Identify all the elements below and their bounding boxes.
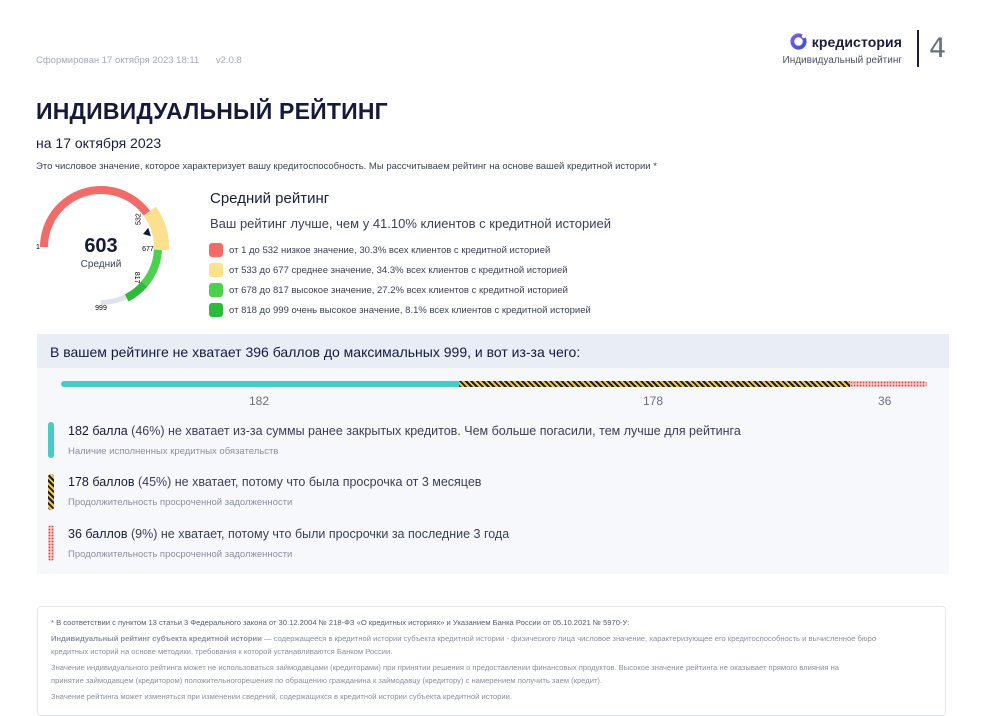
legend-text: от 678 до 817 высокое значение, 27.2% вс… bbox=[229, 284, 568, 296]
footnote-definition: Индивидуальный рейтинг субъекта кредитно… bbox=[51, 634, 876, 643]
gauge-score: 603 bbox=[84, 235, 118, 257]
bar-segment-overdue-3-years bbox=[850, 381, 927, 387]
rating-description: Это числовое значение, которое характери… bbox=[36, 161, 657, 172]
brand-subtitle: Индивидуальный рейтинг bbox=[782, 55, 902, 66]
gauge-tick-532: 532 bbox=[136, 213, 143, 225]
reason-explanation: (45%) не хватает, потому что была просро… bbox=[134, 475, 482, 489]
legend-swatch bbox=[209, 303, 223, 317]
page-number: 4 bbox=[929, 33, 947, 64]
legend-item-mid: от 533 до 677 среднее значение, 34.3% вс… bbox=[209, 260, 591, 280]
missing-points-bar bbox=[61, 381, 927, 387]
legend-item-very-high: от 818 до 999 очень высокое значение, 8.… bbox=[209, 300, 591, 320]
legend-item-low: от 1 до 532 низкое значение, 30.3% всех … bbox=[209, 240, 591, 260]
legend-text: от 818 до 999 очень высокое значение, 8.… bbox=[229, 304, 591, 316]
legend-swatch bbox=[209, 283, 223, 297]
gauge-tick-999: 999 bbox=[95, 305, 107, 312]
bar-label-178: 178 bbox=[643, 394, 664, 408]
reason-factor: Продолжительность просроченной задолженн… bbox=[68, 497, 293, 508]
footnote-definition-term: Индивидуальный рейтинг субъекта кредитно… bbox=[51, 634, 262, 643]
footnote-law-reference: * В соответствии с пунктом 13 статьи 3 Ф… bbox=[51, 618, 630, 627]
gauge-score-label: Средний bbox=[80, 259, 122, 270]
gauge-tick-677: 677 bbox=[142, 246, 154, 253]
legal-footnote: * В соответствии с пунктом 13 статьи 3 Ф… bbox=[37, 606, 946, 716]
rating-date: на 17 октября 2023 bbox=[36, 135, 162, 151]
reason-text: 36 баллов (9%) не хватает, потому что бы… bbox=[68, 527, 509, 541]
brand-block: кредистория Индивидуальный рейтинг bbox=[783, 32, 902, 66]
legend-swatch bbox=[209, 243, 223, 257]
gauge-segment-very-high bbox=[124, 281, 148, 302]
reason-explanation: (9%) не хватает, потому что были просроч… bbox=[127, 527, 510, 541]
footnote-usage: Значение индивидуального рейтинга может … bbox=[51, 663, 840, 672]
version-label: v2.0.8 bbox=[215, 55, 242, 66]
reason-points: 36 баллов bbox=[68, 527, 128, 541]
footnote-usage-cont: принятие займодавцем (кредитором) положи… bbox=[51, 676, 603, 685]
footnote-definition-text: — содержащееся в кредитной истории субъе… bbox=[261, 634, 877, 643]
legend-item-high: от 678 до 817 высокое значение, 27.2% вс… bbox=[209, 280, 591, 300]
reason-explanation: (46%) не хватает из-за суммы ранее закры… bbox=[127, 424, 741, 438]
missing-points-heading: В вашем рейтинге не хватает 396 баллов д… bbox=[37, 334, 949, 368]
rating-comparison-text: Ваш рейтинг лучше, чем у 41.10% клиентов… bbox=[210, 216, 612, 231]
generated-info: Сформирован 17 октября 2023 18:11 v2.0.8 bbox=[36, 55, 242, 66]
bar-label-182: 182 bbox=[249, 394, 270, 408]
reason-marker-closed-loans bbox=[48, 422, 54, 458]
rating-legend: от 1 до 532 низкое значение, 30.3% всех … bbox=[209, 240, 591, 320]
reason-factor: Наличие исполненных кредитных обязательс… bbox=[68, 446, 279, 457]
gauge-pointer-icon bbox=[143, 227, 151, 237]
footnote-change: Значение рейтинга может изменяться при и… bbox=[51, 692, 513, 701]
rating-category-title: Средний рейтинг bbox=[210, 190, 330, 207]
footnote-definition-cont: кредитных историй на основе методики, тр… bbox=[51, 647, 393, 656]
missing-points-heading-text: В вашем рейтинге не хватает 396 баллов д… bbox=[50, 344, 581, 360]
reason-points: 182 балла bbox=[68, 424, 128, 438]
brand-name: кредистория bbox=[811, 33, 902, 50]
reason-marker-overdue-3-years bbox=[48, 525, 54, 561]
gauge-segment-mid bbox=[143, 206, 169, 251]
generated-date: Сформирован 17 октября 2023 18:11 bbox=[36, 55, 200, 66]
legend-text: от 533 до 677 среднее значение, 34.3% вс… bbox=[229, 264, 568, 276]
bar-segment-overdue-3-months bbox=[459, 381, 850, 387]
bar-label-36: 36 bbox=[878, 394, 892, 408]
gauge-tick-817: 817 bbox=[133, 272, 140, 284]
reason-factor: Продолжительность просроченной задолженн… bbox=[68, 549, 293, 560]
reason-marker-overdue-3-months bbox=[48, 474, 54, 510]
reason-points: 178 баллов bbox=[68, 475, 135, 489]
reason-text: 182 балла (46%) не хватает из-за суммы р… bbox=[68, 424, 741, 438]
reason-text: 178 баллов (45%) не хватает, потому что … bbox=[68, 475, 481, 489]
legend-swatch bbox=[209, 263, 223, 277]
legend-text: от 1 до 532 низкое значение, 30.3% всех … bbox=[229, 244, 551, 256]
page-title: ИНДИВИДУАЛЬНЫЙ РЕЙТИНГ bbox=[36, 98, 388, 124]
kredistoriya-logo-icon bbox=[790, 33, 807, 50]
gauge-tick-1: 1 bbox=[36, 244, 40, 251]
bar-segment-closed-loans bbox=[61, 381, 459, 387]
gauge-segment-high bbox=[141, 249, 162, 287]
header-divider bbox=[917, 30, 919, 67]
